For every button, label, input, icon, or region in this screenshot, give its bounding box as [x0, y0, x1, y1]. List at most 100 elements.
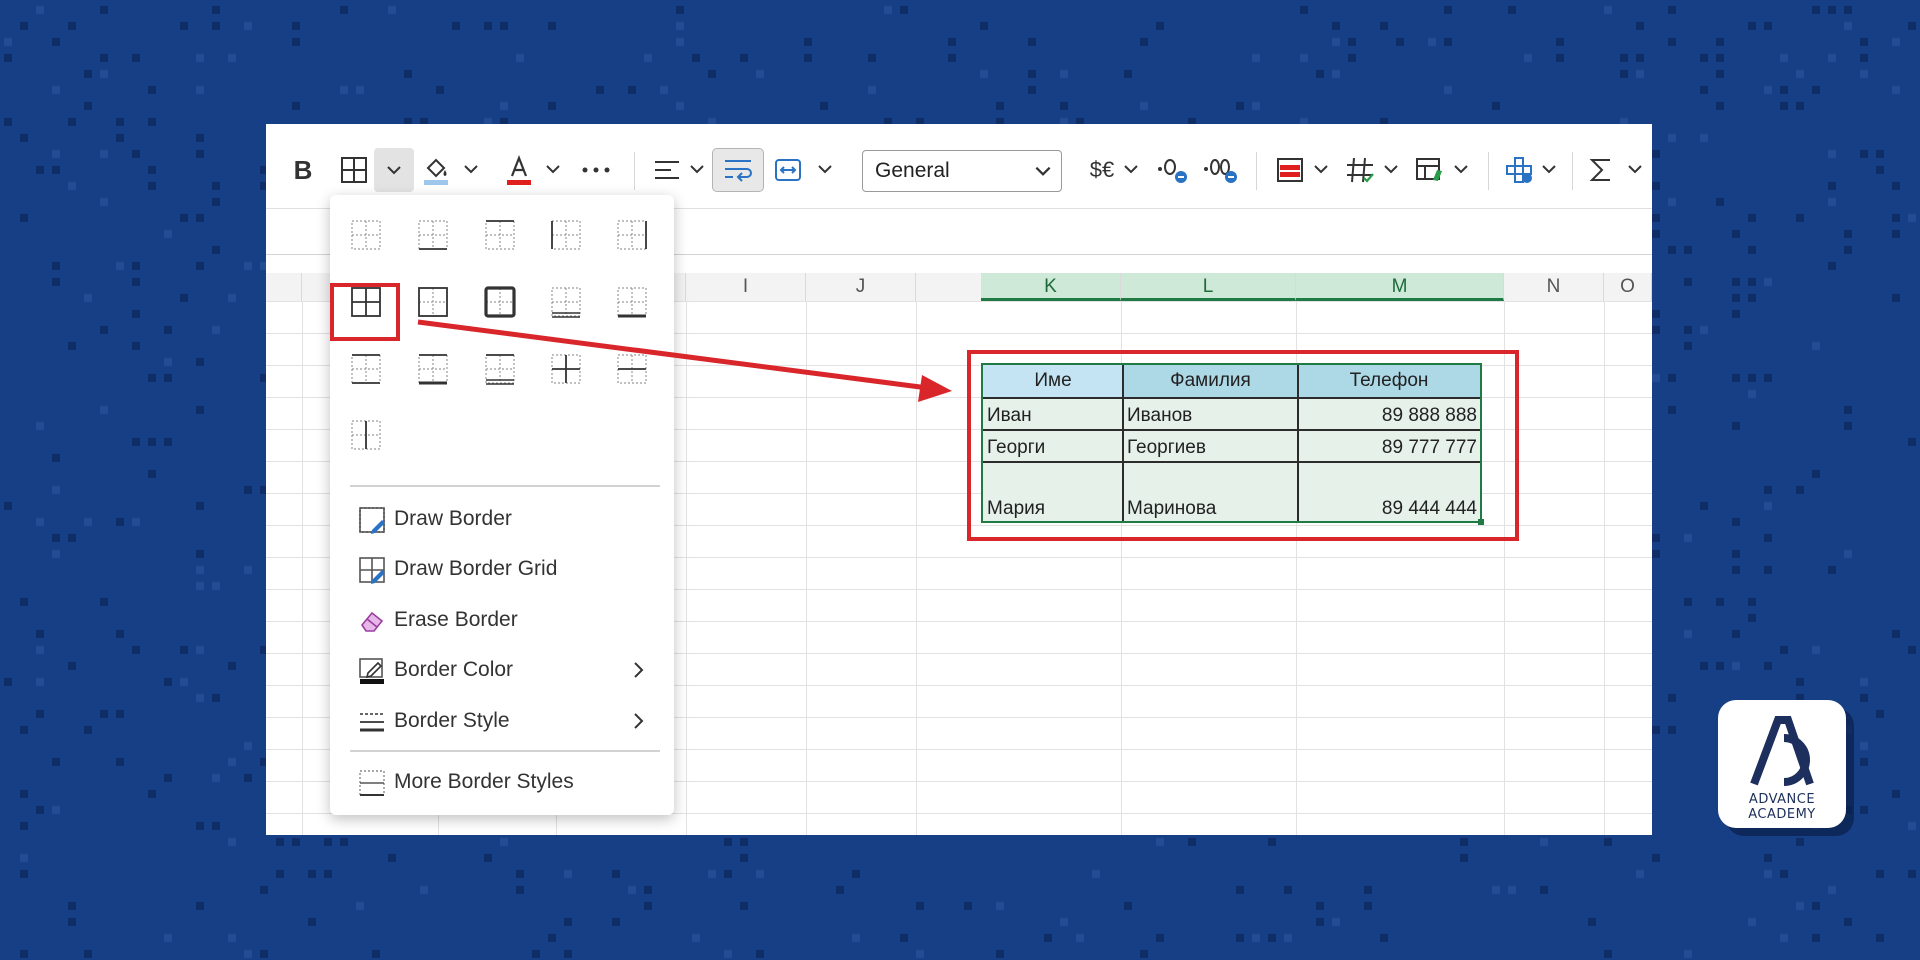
draw-border-icon [359, 507, 385, 534]
align-left-icon [655, 161, 679, 179]
outside-borders-button[interactable] [415, 284, 451, 320]
chevron-down-icon[interactable] [1382, 160, 1400, 178]
top-and-double-bottom-border-button[interactable] [482, 351, 518, 387]
cell-styles-button[interactable] [1412, 148, 1448, 192]
menu-item-draw-border[interactable]: Draw Border [342, 498, 662, 540]
increase-decimal-button[interactable] [1200, 148, 1240, 192]
decrease-decimal-button[interactable] [1154, 148, 1192, 192]
grid-line [806, 301, 807, 835]
thick-bottom-border-button[interactable] [614, 284, 650, 320]
menu-item-erase-border[interactable]: Erase Border [342, 599, 662, 641]
right-border-button[interactable] [614, 217, 650, 253]
chevron-down-icon[interactable] [1540, 160, 1558, 178]
cell-styles-icon [1416, 158, 1442, 181]
column-header-m[interactable]: M [1296, 273, 1504, 301]
grid-hash-icon [1347, 157, 1374, 183]
merge-button[interactable] [770, 148, 806, 192]
chevron-down-icon[interactable] [1452, 160, 1470, 178]
menu-item-label: Draw Border Grid [394, 557, 558, 580]
font-color-button[interactable] [502, 148, 536, 192]
chevron-down-icon[interactable] [462, 160, 480, 178]
column-header-l[interactable]: L [1121, 273, 1296, 301]
menu-item-label: Border Color [394, 658, 514, 681]
currency-format-button[interactable]: $€ [1084, 148, 1120, 192]
column-header-n[interactable]: N [1504, 273, 1604, 301]
autosum-button[interactable] [1586, 148, 1616, 192]
logo-text-line2: ACADEMY [1748, 807, 1816, 822]
bottom-border-icon [418, 220, 448, 250]
top-and-bottom-border-button[interactable] [348, 351, 384, 387]
menu-item-more-border-styles[interactable]: More Border Styles [342, 761, 662, 803]
menu-item-label: Erase Border [394, 608, 518, 631]
font-color-icon [507, 154, 531, 185]
top-and-bottom-border-icon [351, 354, 381, 384]
thick-bottom-border-icon [617, 287, 647, 318]
menu-item-draw-border-grid[interactable]: Draw Border Grid [342, 548, 662, 590]
column-header-i[interactable]: I [686, 273, 806, 301]
chevron-down-icon[interactable] [1312, 160, 1330, 178]
draw-border-grid-icon [359, 557, 385, 584]
borders-dropdown-menu: Draw Border Draw Border Grid Erase Borde… [330, 195, 674, 815]
insert-cells-button[interactable] [1502, 148, 1538, 192]
number-format-value: General [875, 159, 950, 182]
format-as-table-button[interactable] [1342, 148, 1378, 192]
highlight-box-table [967, 350, 1519, 541]
increase-decimal-icon [1204, 159, 1237, 183]
inside-borders-icon [551, 354, 581, 384]
column-header[interactable] [266, 273, 302, 301]
column-header-j[interactable]: J [806, 273, 916, 301]
bold-button[interactable]: B [288, 148, 318, 192]
inside-horizontal-border-button[interactable] [614, 351, 650, 387]
right-border-icon [617, 220, 647, 250]
borders-dropdown-button[interactable] [374, 148, 414, 192]
bottom-double-border-icon [551, 287, 581, 318]
column-header-k[interactable]: K [981, 273, 1121, 301]
top-and-double-bottom-border-icon [485, 354, 515, 385]
chevron-down-icon[interactable] [544, 160, 562, 178]
bottom-double-border-button[interactable] [548, 284, 584, 320]
wrap-text-button[interactable] [712, 148, 764, 192]
inside-vertical-border-button[interactable] [348, 417, 384, 453]
thick-outside-border-icon [484, 286, 516, 318]
merge-cells-icon [775, 159, 801, 181]
number-format-select[interactable]: General [862, 150, 1062, 192]
no-border-button[interactable] [348, 217, 384, 253]
top-border-button[interactable] [482, 217, 518, 253]
menu-item-border-color[interactable]: Border Color [342, 649, 662, 691]
inside-horizontal-border-icon [617, 354, 647, 384]
paint-bucket-icon [424, 158, 448, 185]
inside-borders-button[interactable] [548, 351, 584, 387]
decrease-decimal-icon [1158, 159, 1187, 183]
chevron-down-icon[interactable] [1626, 160, 1644, 178]
menu-item-label: More Border Styles [394, 770, 574, 793]
grid-line [916, 301, 917, 835]
chevron-down-icon [387, 166, 401, 175]
grid-line [1604, 301, 1605, 835]
borders-button[interactable] [336, 148, 372, 192]
left-border-icon [551, 220, 581, 250]
highlight-box-all-borders [330, 283, 400, 341]
chevron-down-icon[interactable] [816, 160, 834, 178]
more-dots-icon [582, 167, 610, 173]
more-options-button[interactable] [578, 148, 614, 192]
conditional-formatting-button[interactable] [1272, 148, 1308, 192]
menu-item-border-style[interactable]: Border Style [342, 700, 662, 742]
chevron-down-icon[interactable] [1122, 160, 1140, 178]
column-header-o[interactable]: O [1604, 273, 1652, 301]
grid-line [686, 301, 687, 835]
logo-mark-icon [1750, 716, 1814, 786]
toolbar-separator [1572, 152, 1573, 190]
chevron-down-icon [1035, 166, 1051, 176]
no-border-icon [351, 220, 381, 250]
bottom-border-button[interactable] [415, 217, 451, 253]
left-border-button[interactable] [548, 217, 584, 253]
align-button[interactable] [650, 148, 684, 192]
border-style-icon [360, 713, 384, 732]
top-and-thick-bottom-border-button[interactable] [415, 351, 451, 387]
chevron-right-icon [634, 713, 644, 729]
thick-outside-border-button[interactable] [482, 284, 518, 320]
borders-icon [341, 157, 367, 183]
top-border-icon [485, 220, 515, 250]
fill-color-button[interactable] [420, 148, 454, 192]
chevron-down-icon[interactable] [688, 160, 706, 178]
